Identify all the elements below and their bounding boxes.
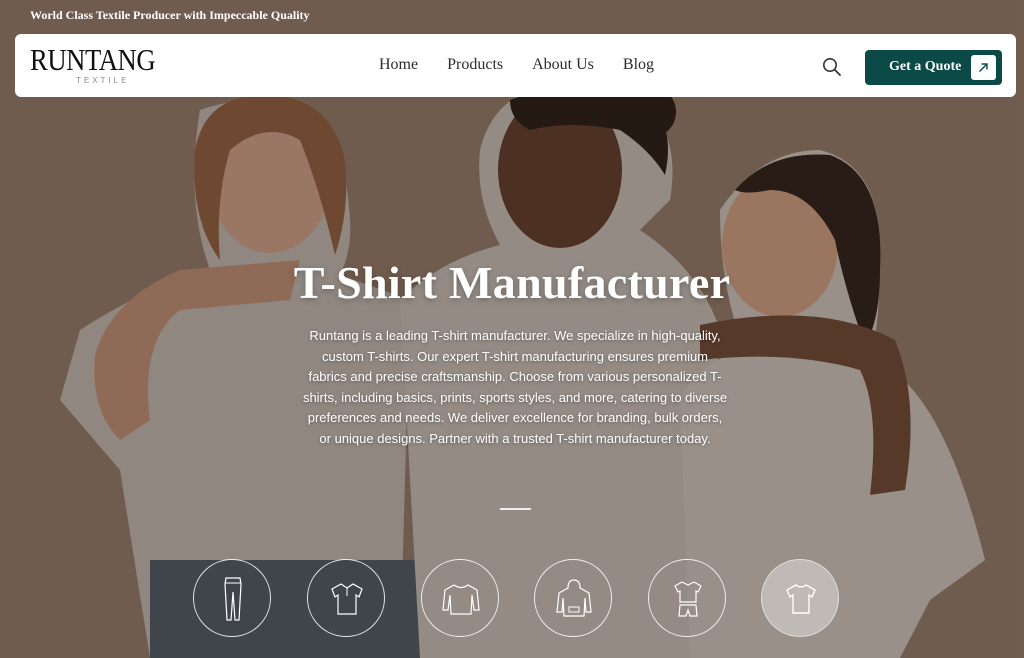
get-a-quote-button[interactable]: Get a Quote xyxy=(865,50,1002,85)
logo[interactable]: RUNTANG TEXTILE xyxy=(30,44,160,88)
category-leggings[interactable] xyxy=(193,559,271,637)
arrow-up-right-icon xyxy=(971,55,996,80)
hero-divider xyxy=(500,508,531,510)
logo-wordmark: RUNTANG xyxy=(30,42,156,77)
polo-shirt-icon xyxy=(331,583,363,615)
main-nav: Home Products About Us Blog xyxy=(379,56,683,74)
category-polo-shirt[interactable] xyxy=(307,559,385,637)
category-sweatshirt[interactable] xyxy=(421,559,499,637)
top-tagline: World Class Textile Producer with Impecc… xyxy=(30,8,310,22)
nav-item-blog[interactable]: Blog xyxy=(623,56,654,74)
hero-title: T-Shirt Manufacturer xyxy=(293,257,731,308)
leggings-icon xyxy=(224,577,242,621)
category-sportswear-set[interactable] xyxy=(648,559,726,637)
site-header: RUNTANG TEXTILE Home Products About Us B… xyxy=(15,34,1016,97)
nav-item-home[interactable]: Home xyxy=(379,56,418,74)
get-a-quote-label: Get a Quote xyxy=(889,59,962,74)
sweatshirt-icon xyxy=(442,584,480,615)
t-shirt-icon xyxy=(786,584,816,614)
category-hoodie[interactable] xyxy=(534,559,612,637)
sportswear-set-icon xyxy=(674,581,702,617)
nav-item-products[interactable]: Products xyxy=(447,56,503,74)
hoodie-icon xyxy=(556,579,592,617)
search-icon[interactable] xyxy=(821,56,843,78)
category-t-shirt[interactable] xyxy=(761,559,839,637)
logo-subtitle: TEXTILE xyxy=(76,76,130,85)
hero-description: Runtang is a leading T-shirt manufacture… xyxy=(302,328,728,446)
nav-item-about-us[interactable]: About Us xyxy=(532,56,594,74)
